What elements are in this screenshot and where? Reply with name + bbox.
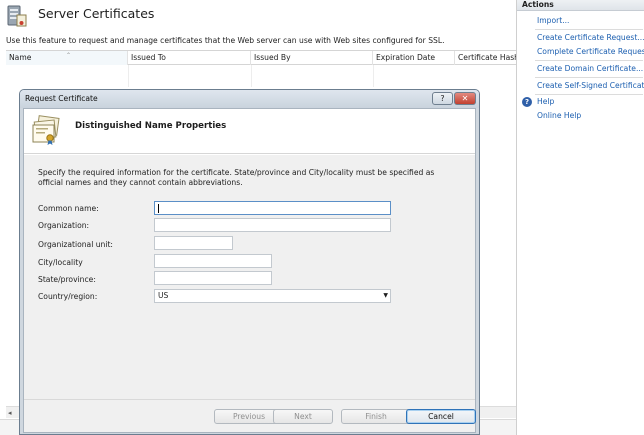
organizational-unit-input[interactable] bbox=[154, 236, 233, 250]
organizational-unit-label: Organizational unit: bbox=[38, 240, 113, 249]
text-caret bbox=[158, 204, 159, 213]
dialog-body: Distinguished Name Properties Specify th… bbox=[23, 108, 476, 433]
finish-button[interactable]: Finish bbox=[341, 409, 411, 424]
grid-divider bbox=[251, 65, 252, 87]
dialog-title: Request Certificate bbox=[25, 94, 98, 103]
column-header-issued-by[interactable]: Issued By bbox=[251, 51, 373, 65]
divider bbox=[24, 399, 475, 400]
dialog-close-button[interactable]: ✕ bbox=[454, 92, 476, 105]
country-region-label: Country/region: bbox=[38, 292, 98, 301]
organization-label: Organization: bbox=[38, 221, 90, 230]
city-locality-label: City/locality bbox=[38, 258, 83, 267]
request-certificate-dialog: Request Certificate ? ✕ Distinguished Na… bbox=[19, 89, 480, 435]
state-province-label: State/province: bbox=[38, 275, 96, 284]
divider bbox=[24, 154, 475, 155]
help-link[interactable]: Help bbox=[537, 97, 554, 106]
create-certificate-request-link[interactable]: Create Certificate Request... bbox=[537, 33, 644, 42]
instructions-text: Specify the required information for the… bbox=[38, 168, 435, 187]
help-icon: ? bbox=[522, 97, 532, 107]
actions-header: Actions bbox=[517, 0, 644, 11]
page-description: Use this feature to request and manage c… bbox=[6, 36, 445, 45]
country-region-value: US bbox=[158, 291, 169, 300]
certificates-grid-header: Name ⌃ Issued To Issued By Expiration Da… bbox=[6, 50, 516, 65]
column-header-certificate-hash[interactable]: Certificate Hash bbox=[455, 51, 516, 65]
online-help-link[interactable]: Online Help bbox=[537, 111, 581, 120]
city-locality-input[interactable] bbox=[154, 254, 272, 268]
grid-divider bbox=[373, 65, 374, 87]
column-header-expiration-date[interactable]: Expiration Date bbox=[373, 51, 455, 65]
state-province-input[interactable] bbox=[154, 271, 272, 285]
column-header-issued-to[interactable]: Issued To bbox=[128, 51, 251, 65]
divider bbox=[535, 77, 643, 78]
server-certificate-icon bbox=[6, 4, 28, 28]
organization-input[interactable] bbox=[154, 218, 391, 232]
column-header-name[interactable]: Name ⌃ bbox=[6, 51, 128, 65]
certificate-stack-icon bbox=[29, 114, 63, 148]
import-link[interactable]: Import... bbox=[537, 16, 569, 25]
sort-ascending-icon: ⌃ bbox=[66, 52, 72, 59]
divider bbox=[535, 60, 643, 61]
common-name-input[interactable] bbox=[154, 201, 391, 215]
create-domain-certificate-link[interactable]: Create Domain Certificate... bbox=[537, 64, 643, 73]
create-self-signed-certificate-link[interactable]: Create Self-Signed Certificate... bbox=[537, 81, 644, 90]
divider bbox=[535, 29, 643, 30]
page-title: Server Certificates bbox=[38, 6, 155, 21]
country-region-select[interactable]: US ▼ bbox=[154, 289, 391, 303]
dialog-titlebar[interactable]: Request Certificate ? ✕ bbox=[20, 90, 479, 108]
wizard-banner: Distinguished Name Properties bbox=[24, 109, 475, 154]
next-button[interactable]: Next bbox=[273, 409, 333, 424]
wizard-page-heading: Distinguished Name Properties bbox=[75, 121, 227, 131]
grid-divider bbox=[128, 65, 129, 87]
divider bbox=[535, 94, 643, 95]
scroll-left-icon[interactable]: ◂ bbox=[8, 407, 12, 419]
complete-certificate-request-link[interactable]: Complete Certificate Request... bbox=[537, 47, 644, 56]
dropdown-arrow-icon[interactable]: ▼ bbox=[383, 290, 388, 302]
column-label: Name bbox=[9, 53, 32, 62]
common-name-label: Common name: bbox=[38, 204, 99, 213]
actions-pane: Actions Import... Create Certificate Req… bbox=[516, 0, 644, 435]
cancel-button[interactable]: Cancel bbox=[406, 409, 476, 424]
dialog-help-button[interactable]: ? bbox=[432, 92, 453, 105]
